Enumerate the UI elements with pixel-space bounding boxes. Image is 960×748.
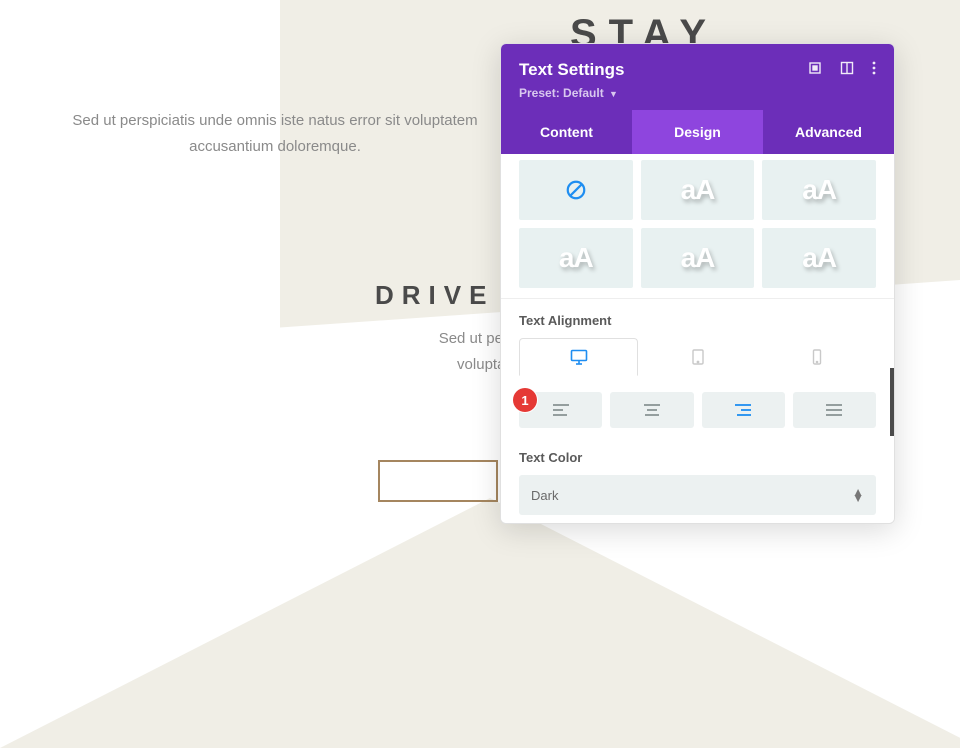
select-caret-icon: ▲▼: [852, 489, 864, 501]
columns-icon[interactable]: [840, 61, 854, 80]
text-shadow-opt-6[interactable]: aA: [762, 228, 876, 288]
expand-icon[interactable]: [808, 61, 822, 80]
panel-header: Text Settings Preset: Default ▼: [501, 44, 894, 110]
text-shadow-opt-3[interactable]: aA: [762, 160, 876, 220]
more-icon[interactable]: [872, 61, 876, 80]
intro-paragraph-1: Sed ut perspiciatis unde omnis iste natu…: [60, 108, 490, 159]
text-color-select[interactable]: Dark ▲▼: [519, 475, 876, 515]
text-shadow-grid: aA aA aA aA aA: [501, 154, 894, 299]
device-desktop[interactable]: [519, 338, 638, 376]
tab-advanced[interactable]: Advanced: [763, 110, 894, 154]
align-right[interactable]: [702, 392, 785, 428]
annotation-badge-1: 1: [513, 388, 537, 412]
device-phone[interactable]: [757, 338, 876, 376]
align-justify[interactable]: [793, 392, 876, 428]
panel-title: Text Settings: [519, 60, 624, 80]
responsive-device-tabs: [501, 338, 894, 376]
text-shadow-opt-2[interactable]: aA: [641, 160, 755, 220]
text-shadow-opt-4[interactable]: aA: [519, 228, 633, 288]
chevron-down-icon: ▼: [609, 89, 618, 99]
text-settings-panel: Text Settings Preset: Default ▼ Content …: [500, 43, 895, 524]
panel-body: aA aA aA aA aA Text Alignment: [501, 154, 894, 523]
cta-button-outline[interactable]: [378, 460, 498, 502]
align-center[interactable]: [610, 392, 693, 428]
text-alignment-label: Text Alignment: [501, 299, 894, 338]
headline-drive: DRIVE: [375, 280, 494, 311]
text-color-label: Text Color: [501, 436, 894, 475]
alignment-options: [501, 376, 894, 436]
background-triangle: [0, 498, 960, 748]
scrollbar[interactable]: [890, 368, 894, 436]
text-shadow-none[interactable]: [519, 160, 633, 220]
tab-design[interactable]: Design: [632, 110, 763, 154]
text-shadow-opt-5[interactable]: aA: [641, 228, 755, 288]
preset-select[interactable]: Preset: Default ▼: [519, 86, 876, 100]
device-tablet[interactable]: [638, 338, 757, 376]
text-color-value: Dark: [531, 488, 558, 503]
tab-content[interactable]: Content: [501, 110, 632, 154]
panel-tabs: Content Design Advanced: [501, 110, 894, 154]
